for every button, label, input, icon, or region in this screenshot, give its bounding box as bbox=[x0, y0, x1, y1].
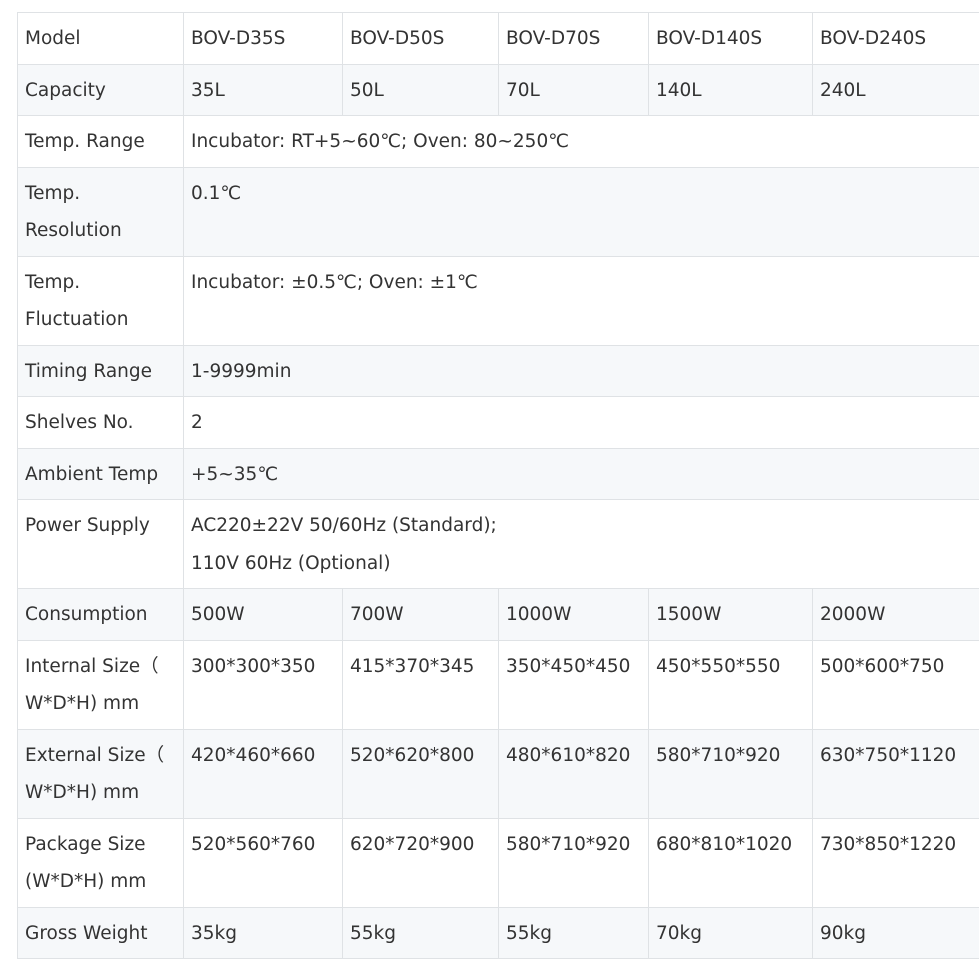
table-cell: 500W bbox=[183, 588, 343, 641]
row-label: Consumption bbox=[17, 588, 184, 641]
table-row-internal-size: Internal Size（ W*D*H) mm 300*300*350 415… bbox=[17, 639, 979, 730]
row-label-line: Resolution bbox=[25, 220, 122, 241]
row-label: Ambient Temp bbox=[17, 447, 184, 500]
table-row-timing-range: Timing Range 1-9999min bbox=[17, 344, 979, 397]
table-cell: 1000W bbox=[498, 588, 649, 641]
table-row-temp-resolution: Temp. Resolution 0.1℃ bbox=[17, 166, 979, 257]
cell-line: AC220±22V 50/60Hz (Standard); bbox=[191, 515, 497, 536]
table-row-consumption: Consumption 500W 700W 1000W 1500W 2000W bbox=[17, 588, 979, 641]
table-cell: 0.1℃ bbox=[183, 166, 979, 257]
table-cell: 70kg bbox=[648, 906, 813, 959]
table-cell: 415*370*345 bbox=[342, 639, 499, 730]
table-cell: BOV-D70S bbox=[498, 12, 649, 65]
row-label-line: (W*D*H) mm bbox=[25, 871, 147, 892]
table-cell: 630*750*1120 bbox=[812, 728, 979, 819]
table-cell: 620*720*900 bbox=[342, 817, 499, 908]
table-cell: 55kg bbox=[342, 906, 499, 959]
table-cell: 300*300*350 bbox=[183, 639, 343, 730]
row-label: Gross Weight bbox=[17, 906, 184, 959]
table-cell: 730*850*1220 bbox=[812, 817, 979, 908]
table-cell: 2 bbox=[183, 396, 979, 449]
table-cell: 580*710*920 bbox=[498, 817, 649, 908]
row-label-line: Package Size bbox=[25, 833, 146, 855]
table-cell: 700W bbox=[342, 588, 499, 641]
row-label: Model bbox=[17, 12, 184, 65]
table-cell: Incubator: ±0.5℃; Oven: ±1℃ bbox=[183, 255, 979, 346]
table-row-power-supply: Power Supply AC220±22V 50/60Hz (Standard… bbox=[17, 499, 979, 589]
table-cell: 480*610*820 bbox=[498, 728, 649, 819]
table-cell: 1500W bbox=[648, 588, 813, 641]
row-label-line: W*D*H) mm bbox=[25, 693, 140, 714]
table-row-temp-fluctuation: Temp. Fluctuation Incubator: ±0.5℃; Oven… bbox=[17, 255, 979, 346]
table-cell: 240L bbox=[812, 63, 979, 116]
row-label-line: W*D*H) mm bbox=[25, 782, 140, 803]
table-cell: 450*550*550 bbox=[648, 639, 813, 730]
row-label-line: Temp. bbox=[25, 271, 81, 293]
row-label: Shelves No. bbox=[17, 396, 184, 449]
table-cell: BOV-D140S bbox=[648, 12, 813, 65]
row-label: Temp. Fluctuation bbox=[17, 255, 184, 346]
table-row-external-size: External Size（ W*D*H) mm 420*460*660 520… bbox=[17, 728, 979, 819]
table-cell: 35L bbox=[183, 63, 343, 116]
table-cell: 580*710*920 bbox=[648, 728, 813, 819]
table-cell: 520*560*760 bbox=[183, 817, 343, 908]
table-row-capacity: Capacity 35L 50L 70L 140L 240L bbox=[17, 63, 979, 116]
table-row-temp-range: Temp. Range Incubator: RT+5~60℃; Oven: 8… bbox=[17, 115, 979, 168]
table-row-model: Model BOV-D35S BOV-D50S BOV-D70S BOV-D14… bbox=[17, 12, 979, 65]
table-cell: 50L bbox=[342, 63, 499, 116]
row-label: Package Size (W*D*H) mm bbox=[17, 817, 184, 908]
table-cell: 500*600*750 bbox=[812, 639, 979, 730]
row-label-line: External Size（ bbox=[25, 744, 165, 766]
table-row-package-size: Package Size (W*D*H) mm 520*560*760 620*… bbox=[17, 817, 979, 908]
table-cell: 140L bbox=[648, 63, 813, 116]
row-label: Temp. Range bbox=[17, 115, 184, 168]
table-row-gross-weight: Gross Weight 35kg 55kg 55kg 70kg 90kg bbox=[17, 906, 979, 959]
row-label: Power Supply bbox=[17, 499, 184, 589]
table-cell: 55kg bbox=[498, 906, 649, 959]
row-label-line: Internal Size（ bbox=[25, 655, 159, 677]
table-row-shelves: Shelves No. 2 bbox=[17, 396, 979, 449]
table-cell: AC220±22V 50/60Hz (Standard); 110V 60Hz … bbox=[183, 499, 979, 589]
row-label: Temp. Resolution bbox=[17, 166, 184, 257]
table-row-ambient-temp: Ambient Temp +5~35℃ bbox=[17, 447, 979, 500]
row-label: Capacity bbox=[17, 63, 184, 116]
row-label: Internal Size（ W*D*H) mm bbox=[17, 639, 184, 730]
row-label: Timing Range bbox=[17, 344, 184, 397]
table-cell: BOV-D35S bbox=[183, 12, 343, 65]
row-label: External Size（ W*D*H) mm bbox=[17, 728, 184, 819]
table-cell: 350*450*450 bbox=[498, 639, 649, 730]
table-cell: BOV-D50S bbox=[342, 12, 499, 65]
table-cell: 680*810*1020 bbox=[648, 817, 813, 908]
table-cell: 2000W bbox=[812, 588, 979, 641]
row-label-line: Fluctuation bbox=[25, 309, 129, 330]
spec-table: Model BOV-D35S BOV-D50S BOV-D70S BOV-D14… bbox=[17, 12, 979, 959]
table-cell: 70L bbox=[498, 63, 649, 116]
row-label-line: Temp. bbox=[25, 182, 81, 204]
table-cell: BOV-D240S bbox=[812, 12, 979, 65]
table-cell: 420*460*660 bbox=[183, 728, 343, 819]
table-cell: +5~35℃ bbox=[183, 447, 979, 500]
table-cell: 520*620*800 bbox=[342, 728, 499, 819]
table-cell: Incubator: RT+5~60℃; Oven: 80~250℃ bbox=[183, 115, 979, 168]
table-cell: 90kg bbox=[812, 906, 979, 959]
table-cell: 35kg bbox=[183, 906, 343, 959]
table-cell: 1-9999min bbox=[183, 344, 979, 397]
cell-line: 110V 60Hz (Optional) bbox=[191, 552, 391, 574]
